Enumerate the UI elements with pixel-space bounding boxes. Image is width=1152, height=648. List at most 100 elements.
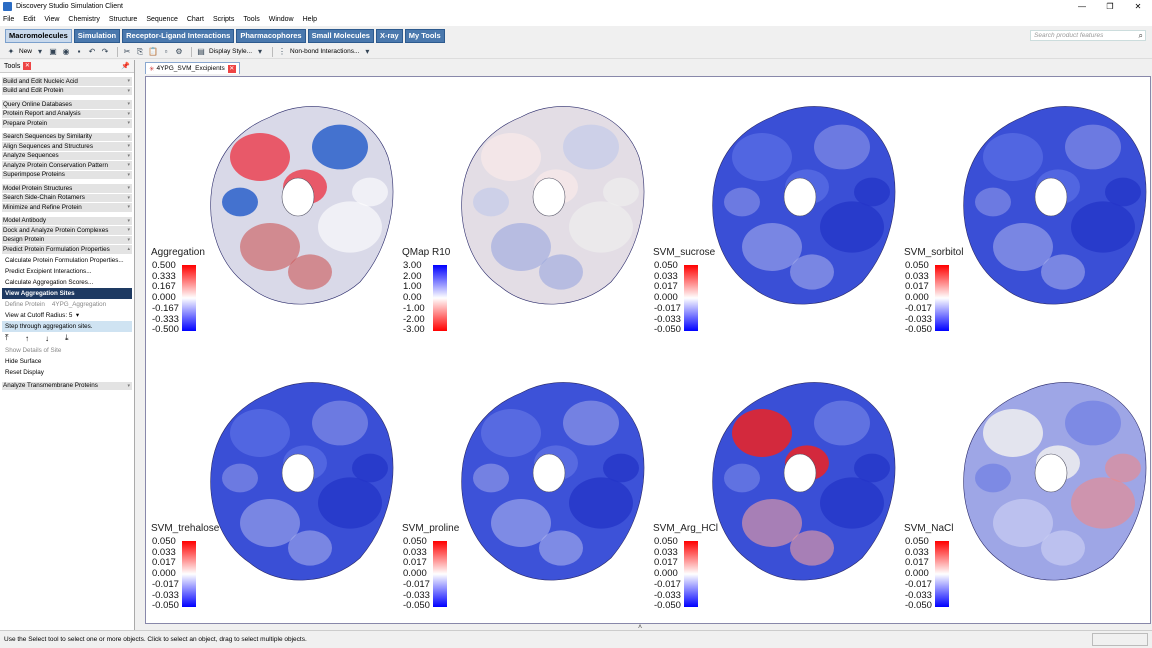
menu-chart[interactable]: Chart [187, 16, 204, 23]
panel-label: SVM_NaCl [904, 523, 954, 534]
tab-my-tools[interactable]: My Tools [404, 28, 445, 43]
tab-receptor-ligand[interactable]: Receptor-Ligand Interactions [122, 28, 235, 43]
document-tab[interactable]: ✳ 4YPG_SVM_Excipients ✕ [145, 62, 240, 74]
save-icon[interactable]: ▪ [74, 47, 84, 57]
close-tools-icon[interactable]: ✕ [23, 62, 32, 70]
tool-group[interactable]: Analyze Sequences ▾ [2, 151, 132, 161]
menu-sequence[interactable]: Sequence [146, 16, 178, 23]
copy-icon[interactable]: ⎘ [135, 47, 145, 57]
protein-surface[interactable] [953, 373, 1152, 588]
close-tab-icon[interactable]: ✕ [227, 64, 236, 73]
tool-group[interactable]: Analyze Protein Conservation Pattern ▾ [2, 161, 132, 171]
last-site-icon[interactable]: ⤓ [65, 333, 85, 343]
delete-icon[interactable]: ▫ [161, 47, 171, 57]
protein-surface[interactable] [451, 373, 651, 588]
color-scale [684, 541, 698, 607]
show-details-link[interactable]: Show Details of Site [2, 345, 132, 356]
dropdown-icon[interactable]: ▾ [362, 47, 372, 57]
dropdown-icon[interactable]: ▾ [35, 47, 45, 57]
tab-xray[interactable]: X-ray [375, 28, 403, 43]
tool-group[interactable]: Dock and Analyze Protein Complexes ▾ [2, 226, 132, 236]
tab-simulation[interactable]: Simulation [73, 28, 121, 43]
next-site-icon[interactable]: ↓ [45, 334, 65, 343]
scale-tick-label: -0.017 [905, 302, 932, 314]
new-icon[interactable]: ✦ [6, 47, 16, 57]
tool-group[interactable]: Design Protein ▾ [2, 235, 132, 245]
prev-site-icon[interactable]: ↑ [25, 334, 45, 343]
tool-link[interactable]: Predict Excipient Interactions... [2, 266, 132, 277]
hide-surface-link[interactable]: Hide Surface [2, 356, 132, 367]
first-site-icon[interactable]: ⤒ [5, 333, 25, 343]
tab-pharmacophores[interactable]: Pharmacophores [236, 28, 306, 43]
tab-small-molecules[interactable]: Small Molecules [307, 28, 374, 43]
menu-scripts[interactable]: Scripts [213, 16, 234, 23]
tool-link[interactable]: Calculate Protein Formulation Properties… [2, 255, 132, 266]
step-hint: Step through aggregation sites. [2, 320, 132, 332]
tool-group[interactable]: Prepare Protein ▾ [2, 119, 132, 129]
molecule-window[interactable]: Aggregation 0.500 0.333 0.167 0.000 -0.167 -0.… [145, 76, 1151, 624]
surface-panel: Aggregation 0.500 0.333 0.167 0.000 -0.167 -0.… [150, 97, 395, 347]
scale-tick-label: -0.500 [152, 324, 179, 336]
undo-icon[interactable]: ↶ [87, 47, 97, 57]
panel-label: SVM_proline [402, 523, 460, 534]
tool-group[interactable]: Model Protein Structures ▾ [2, 184, 132, 194]
tool-group[interactable]: Search Side-Chain Rotamers ▾ [2, 193, 132, 203]
nonbond-button[interactable]: Non-bond Interactions... [290, 48, 359, 55]
tool-group[interactable]: Superimpose Proteins ▾ [2, 170, 132, 180]
menu-structure[interactable]: Structure [109, 16, 137, 23]
protein-surface[interactable] [200, 97, 400, 312]
scale-tick-label: -0.017 [654, 578, 681, 590]
tool-group[interactable]: Minimize and Refine Protein ▾ [2, 203, 132, 213]
tab-macromolecules[interactable]: Macromolecules [5, 28, 72, 43]
menu-help[interactable]: Help [303, 16, 317, 23]
surface-panel: SVM_trehalose 0.050 0.033 0.017 0.000 -0.017-… [150, 373, 395, 623]
scale-ticks: 0.050 0.033 0.017 0.000 -0.017 -0.033 -0.050 [152, 536, 179, 612]
panel-splitter[interactable] [136, 60, 143, 630]
tool-link[interactable]: Calculate Aggregation Scores... [2, 277, 132, 288]
tool-group[interactable]: Align Sequences and Structures ▾ [2, 142, 132, 152]
tool-group[interactable]: Build and Edit Nucleic Acid ▾ [2, 77, 132, 87]
tool-group-expanded[interactable]: Predict Protein Formulation Properties ▴ [2, 245, 132, 255]
redo-icon[interactable]: ↷ [100, 47, 110, 57]
search-input[interactable]: Search product features ⌕ [1030, 30, 1146, 41]
protein-surface[interactable] [200, 373, 400, 588]
restore-icon[interactable]: ❐ [1096, 0, 1124, 13]
reset-display-link[interactable]: Reset Display [2, 367, 132, 378]
minimize-icon[interactable]: — [1068, 0, 1096, 13]
pin-icon[interactable]: 📌 [121, 62, 130, 70]
search-icon[interactable]: ⌕ [1139, 31, 1143, 41]
tool-group[interactable]: Model Antibody ▾ [2, 216, 132, 226]
cutoff-select[interactable]: View at Cutoff Radius: 5 ▾ [2, 310, 132, 321]
tool-group[interactable]: Query Online Databases ▾ [2, 100, 132, 110]
menu-edit[interactable]: Edit [23, 16, 35, 23]
dropdown-icon[interactable]: ▾ [255, 47, 265, 57]
scale-ticks: 0.050 0.033 0.017 0.000 -0.017 -0.033 -0.050 [905, 536, 932, 612]
display-style-icon[interactable]: ▤ [196, 47, 206, 57]
menu-chemistry[interactable]: Chemistry [68, 16, 100, 23]
selected-tool[interactable]: View Aggregation Sites [2, 287, 132, 299]
surface-panel: SVM_proline 0.050 0.033 0.017 0.000 -0.017 -0.… [401, 373, 646, 623]
tool-group[interactable]: Search Sequences by Similarity ▾ [2, 132, 132, 142]
open-server-icon[interactable]: ◉ [61, 47, 71, 57]
protein-surface[interactable] [702, 373, 902, 588]
paste-icon[interactable]: 📋 [148, 47, 158, 57]
new-button[interactable]: New [19, 48, 32, 55]
open-icon[interactable]: ▣ [48, 47, 58, 57]
menu-window[interactable]: Window [269, 16, 294, 23]
protein-surface[interactable] [953, 97, 1152, 312]
menu-tools[interactable]: Tools [243, 16, 259, 23]
tool-group[interactable]: Analyze Transmembrane Proteins ▾ [2, 381, 132, 391]
color-scale [684, 265, 698, 331]
protein-surface[interactable] [702, 97, 902, 312]
protein-surface[interactable] [451, 97, 651, 312]
color-scale [182, 541, 196, 607]
tool-group[interactable]: Build and Edit Protein ▾ [2, 86, 132, 96]
menu-view[interactable]: View [44, 16, 59, 23]
tool-group[interactable]: Protein Report and Analysis ▾ [2, 109, 132, 119]
cut-icon[interactable]: ✂ [122, 47, 132, 57]
nonbond-icon[interactable]: ⋮ [277, 47, 287, 57]
close-icon[interactable]: ✕ [1124, 0, 1152, 13]
display-style-button[interactable]: Display Style... [209, 48, 252, 55]
menu-file[interactable]: File [3, 16, 14, 23]
settings-icon[interactable]: ⚙ [174, 47, 184, 57]
